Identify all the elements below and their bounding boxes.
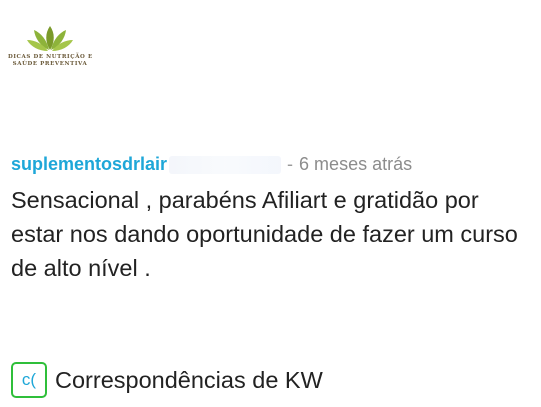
brand-line-2: SAÚDE PREVENTIVA — [12, 61, 88, 67]
redacted-region — [169, 155, 282, 174]
brand-logo: DICAS DE NUTRIÇÃO E SAÚDE PREVENTIVA — [8, 24, 92, 68]
comment-text: Sensacional , parabéns Afiliart e gratid… — [11, 187, 518, 281]
keyword-badge-icon[interactable]: c( — [11, 362, 47, 398]
keyword-matches-label: Correspondências de KW — [55, 366, 323, 393]
brand-line-1: DICAS DE NUTRIÇÃO E — [8, 54, 93, 60]
comment-header: suplementosdrlair - 6 meses atrás — [11, 154, 412, 175]
lotus-leaves-icon — [27, 26, 73, 51]
comment-timestamp: 6 meses atrás — [299, 154, 413, 174]
meta-separator: - — [287, 154, 294, 174]
keyword-matches-row[interactable]: c( Correspondências de KW — [11, 362, 323, 398]
comment-username[interactable]: suplementosdrlair — [11, 154, 167, 175]
